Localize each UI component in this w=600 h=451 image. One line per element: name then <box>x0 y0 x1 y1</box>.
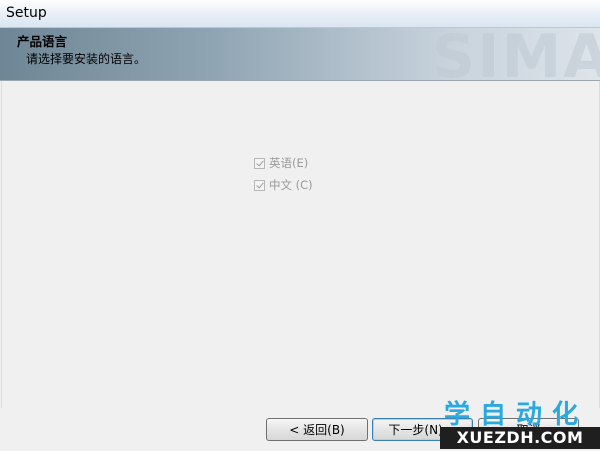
header-banner: SIMA 产品语言 请选择要安装的语言。 <box>0 28 600 81</box>
button-bar: < 返回(B) 下一步(N) > 取消 <box>0 408 600 451</box>
checkbox-english[interactable] <box>254 157 265 169</box>
title-bar: Setup <box>0 0 600 28</box>
checkbox-chinese[interactable] <box>254 179 265 191</box>
cancel-button[interactable]: 取消 <box>478 418 579 441</box>
language-option-chinese[interactable]: 中文 (C) <box>254 177 313 193</box>
next-button[interactable]: 下一步(N) > <box>372 418 473 441</box>
language-option-english[interactable]: 英语(E) <box>254 155 308 171</box>
language-label-chinese: 中文 (C) <box>269 178 313 192</box>
brand-watermark: SIMA <box>432 28 600 81</box>
window-title: Setup <box>6 5 47 21</box>
content-area: 英语(E) 中文 (C) <box>1 81 600 408</box>
language-label-english: 英语(E) <box>269 156 309 170</box>
page-subtitle: 请选择要安装的语言。 <box>26 52 147 66</box>
page-title: 产品语言 <box>17 34 68 49</box>
back-button[interactable]: < 返回(B) <box>266 418 368 441</box>
